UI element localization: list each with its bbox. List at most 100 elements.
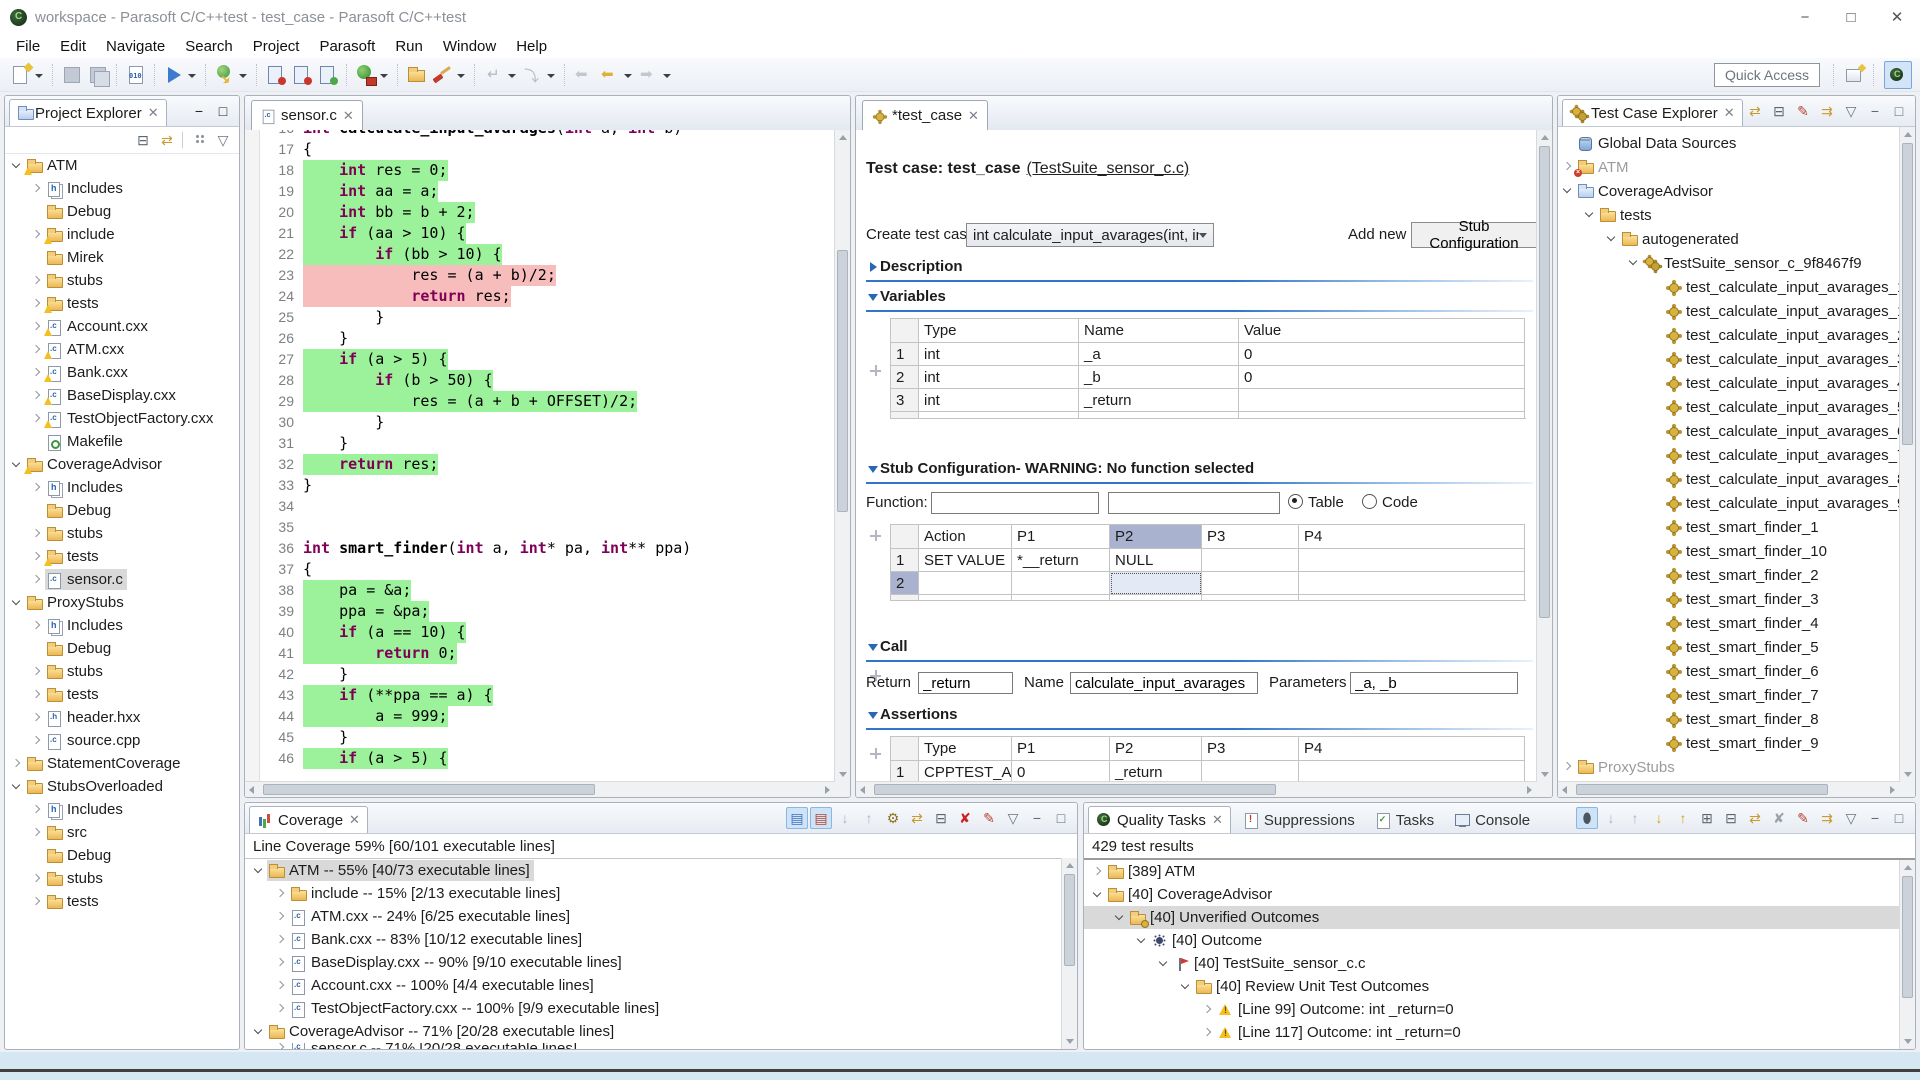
tree-item[interactable]: CoverageAdvisor (5, 453, 239, 476)
radio-table[interactable]: Table (1288, 494, 1344, 511)
chevron-collapsed-icon[interactable] (29, 526, 45, 542)
chevron-collapsed-icon[interactable] (29, 618, 45, 634)
table-cell[interactable] (891, 595, 919, 602)
code-line[interactable]: 27 if (a > 5) { (245, 349, 835, 370)
code-line[interactable]: 36int smart_finder(int a, int* pa, int**… (245, 538, 835, 559)
tree-item[interactable]: test_calculate_input_avarages_5 (1558, 395, 1915, 419)
tree-item[interactable]: Bank.cxx -- 83% [10/12 executable lines] (245, 928, 1077, 951)
stub-function-input-2[interactable] (1108, 492, 1280, 514)
scroll-down-icon[interactable] (1900, 767, 1915, 782)
tree-item[interactable]: test_smart_finder_9 (1558, 731, 1915, 755)
scroll-right-icon[interactable] (820, 782, 835, 797)
tree-item[interactable]: BaseDisplay.cxx (5, 384, 239, 407)
column-header[interactable]: P2 (1110, 737, 1202, 761)
column-header[interactable]: Type (919, 319, 1079, 343)
menu-parasoft[interactable]: Parasoft (309, 36, 385, 57)
tree-item[interactable]: Includes (5, 614, 239, 637)
test-history-green-icon[interactable] (316, 63, 340, 87)
gears-icon[interactable]: ⚙ (882, 807, 904, 829)
tree-item[interactable]: stubs (5, 867, 239, 890)
tree-item[interactable]: test_smart_finder_4 (1558, 611, 1915, 635)
chevron-collapsed-icon[interactable] (29, 480, 45, 496)
chevron-collapsed-icon[interactable] (273, 909, 289, 925)
add-stub-configuration-button[interactable]: Stub Configuration (1411, 222, 1537, 248)
chevron-collapsed-icon[interactable] (29, 871, 45, 887)
arrow-up-gold[interactable]: ↑ (1672, 807, 1694, 829)
column-header[interactable]: P1 (1012, 525, 1110, 549)
code-line[interactable]: 41 return 0; (245, 643, 835, 664)
code-line[interactable]: 24 return res; (245, 286, 835, 307)
table-row[interactable] (891, 412, 1525, 420)
code-line[interactable]: 19 int aa = a; (245, 181, 835, 202)
code-line[interactable]: 18 int res = 0; (245, 160, 835, 181)
table-cell[interactable] (1202, 761, 1299, 783)
column-header[interactable]: P4 (1299, 525, 1525, 549)
chevron-expanded-icon[interactable] (1112, 910, 1128, 926)
chevron-collapsed-icon[interactable] (29, 388, 45, 404)
tree-item[interactable]: test_smart_finder_10 (1558, 539, 1915, 563)
table-cell[interactable] (1012, 595, 1110, 602)
column-header[interactable]: P4 (1299, 737, 1525, 761)
tree-item[interactable]: TestSuite_sensor_c_9f8467f9 (1558, 251, 1915, 275)
tree-item[interactable]: tests (1558, 203, 1915, 227)
tree-item[interactable]: test_calculate_input_avarages_10 (1558, 299, 1915, 323)
scroll-up-icon[interactable] (1900, 860, 1915, 875)
table-cell[interactable]: _return (1079, 389, 1239, 412)
chevron-collapsed-icon[interactable] (29, 411, 45, 427)
table-row[interactable] (891, 595, 1525, 602)
brush2-icon[interactable]: ✎ (1792, 100, 1814, 122)
tree-item[interactable]: ProxyStubs (5, 591, 239, 614)
arrow-down-grey[interactable]: ↓ (834, 807, 856, 829)
section-stub-configuration[interactable]: Stub Configuration- WARNING: No function… (866, 460, 1254, 477)
table-cell[interactable] (1299, 761, 1525, 783)
column-header[interactable]: P1 (1012, 737, 1110, 761)
menu-help[interactable]: Help (506, 36, 557, 57)
table-cell[interactable]: 1 (891, 343, 919, 366)
tree-item[interactable]: test_calculate_input_avarages_8 (1558, 467, 1915, 491)
name-input[interactable] (1070, 672, 1258, 694)
arrow-up-grey[interactable]: ↑ (858, 807, 880, 829)
tree-item[interactable]: Debug (5, 499, 239, 522)
chevron-collapsed-icon[interactable] (29, 733, 45, 749)
scroll-up-icon[interactable] (835, 130, 850, 145)
tree-item[interactable]: test_calculate_input_avarages_1 (1558, 275, 1915, 299)
chevron-collapsed-icon[interactable] (273, 886, 289, 902)
code-line[interactable]: 26 } (245, 328, 835, 349)
filter-icon[interactable]: ⇉ (1816, 100, 1838, 122)
table-cell[interactable]: 1 (891, 761, 919, 783)
tree-item[interactable]: Debug (5, 200, 239, 223)
tree-item[interactable]: Debug (5, 637, 239, 660)
chevron-expanded-icon[interactable] (1090, 887, 1106, 903)
brush2-icon[interactable]: ✎ (978, 807, 1000, 829)
menu-arrow-icon[interactable]: ▽ (1002, 807, 1024, 829)
section-expanded-icon[interactable] (866, 708, 880, 722)
test-history-red2-icon[interactable] (290, 63, 314, 87)
tree-item[interactable]: Debug (5, 844, 239, 867)
scroll-up-icon[interactable] (1062, 858, 1077, 873)
vertical-scrollbar[interactable] (1061, 858, 1077, 1049)
tree-item[interactable]: [40] TestSuite_sensor_c.c (1084, 952, 1915, 975)
min-icon[interactable]: − (1026, 807, 1048, 829)
table-cell[interactable] (1299, 549, 1525, 572)
tree-item[interactable]: sensor.c -- 71% [20/28 executable lines] (245, 1043, 1077, 1050)
min-icon[interactable]: − (1864, 807, 1886, 829)
chevron-expanded-icon[interactable] (9, 457, 25, 473)
dropdown-arrow-icon[interactable] (623, 63, 634, 87)
arrow-up-grey[interactable]: ↑ (1624, 807, 1646, 829)
code-area[interactable]: 16int calculate_input_avarages(int a, in… (245, 130, 835, 782)
tab-test-case[interactable]: *test_case ✕ (862, 100, 988, 130)
table-cell[interactable]: _a (1079, 343, 1239, 366)
menu-arrow-icon[interactable]: ▽ (212, 129, 234, 151)
table-cell[interactable] (1299, 572, 1525, 595)
code-line[interactable]: 39 ppa = &pa; (245, 601, 835, 622)
table-cell[interactable]: 2 (891, 366, 919, 389)
tree-item[interactable]: stubs (5, 269, 239, 292)
test-config-icon[interactable] (213, 63, 237, 87)
dropdown-arrow-icon[interactable] (662, 63, 673, 87)
max-icon[interactable]: □ (1888, 807, 1910, 829)
table-cell[interactable] (919, 412, 1079, 420)
code-line[interactable]: 30 } (245, 412, 835, 433)
close-icon[interactable]: ✕ (343, 108, 354, 124)
test-history-red-icon[interactable] (264, 63, 288, 87)
minimize-view-icon[interactable]: − (188, 100, 210, 122)
